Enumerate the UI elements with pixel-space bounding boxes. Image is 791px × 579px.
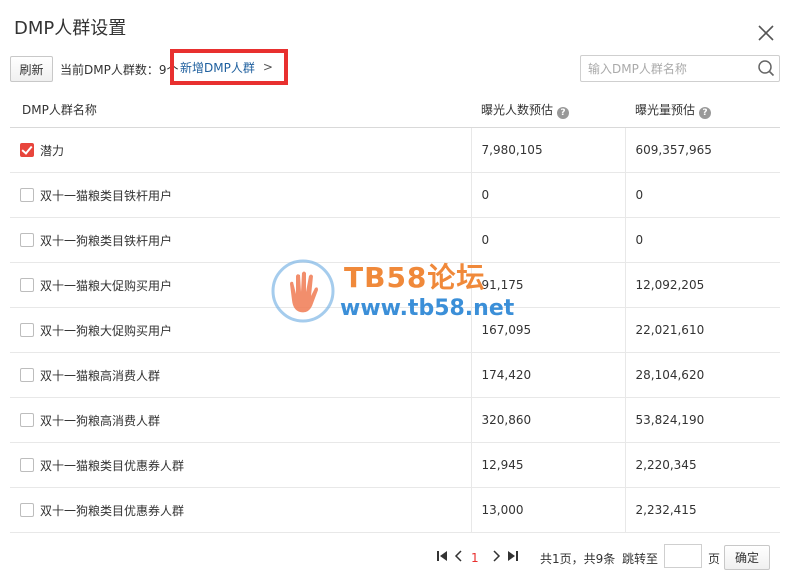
cell-group-name: 潜力: [10, 127, 471, 173]
cell-group-name: 双十一狗粮高消费人群: [10, 397, 471, 443]
cell-group-name: 双十一狗粮大促购买用户: [10, 307, 471, 353]
table-row: 双十一猫粮类目铁杆用户 0 0: [10, 172, 780, 218]
group-name: 双十一猫粮大促购买用户: [40, 278, 173, 293]
chevron-right-icon[interactable]: >: [263, 60, 273, 74]
dialog-title: DMP人群设置: [14, 18, 127, 39]
cell-exposure-people: 167,095: [470, 307, 625, 353]
jump-label: 跳转至: [622, 552, 659, 566]
page-summary: 共1页，共9条: [540, 552, 616, 566]
group-name: 潜力: [40, 143, 65, 158]
group-name: 双十一猫粮类目优惠券人群: [40, 458, 185, 473]
cell-exposure-people: 174,420: [470, 352, 625, 398]
cell-exposure-people: 91,175: [470, 262, 625, 308]
help-icon[interactable]: ?: [557, 106, 570, 119]
cell-exposure-people: 0: [470, 217, 625, 263]
page-jump-input[interactable]: [664, 544, 702, 568]
close-icon[interactable]: [756, 23, 776, 43]
cell-exposure-volume: 2,232,415: [624, 487, 780, 533]
table-header-row: DMP人群名称 曝光人数预估? 曝光量预估?: [10, 92, 780, 128]
next-page-icon[interactable]: [490, 550, 502, 562]
cell-exposure-volume: 22,021,610: [624, 307, 780, 353]
header-name: DMP人群名称: [10, 92, 471, 128]
row-checkbox[interactable]: [20, 233, 34, 247]
first-page-icon[interactable]: [436, 550, 448, 562]
cell-exposure-volume: 2,220,345: [624, 442, 780, 488]
confirm-button[interactable]: 确定: [724, 545, 770, 570]
table-row: 双十一狗粮高消费人群 320,860 53,824,190: [10, 397, 780, 443]
header-exposure-volume: 曝光量预估?: [625, 92, 780, 128]
refresh-button[interactable]: 刷新: [10, 56, 53, 82]
cell-group-name: 双十一猫粮大促购买用户: [10, 262, 471, 308]
cell-group-name: 双十一猫粮类目优惠券人群: [10, 442, 471, 488]
group-name: 双十一狗粮高消费人群: [40, 413, 161, 428]
prev-page-icon[interactable]: [453, 550, 465, 562]
row-checkbox[interactable]: [20, 278, 34, 292]
table-row: 双十一狗粮类目优惠券人群 13,000 2,232,415: [10, 487, 780, 533]
current-page[interactable]: 1: [471, 551, 479, 565]
group-name: 双十一狗粮类目优惠券人群: [40, 503, 185, 518]
pagination: 1 共1页，共9条 跳转至 页 确定: [434, 544, 780, 570]
cell-exposure-volume: 28,104,620: [624, 352, 780, 398]
group-count-text: 当前DMP人群数：9个: [60, 63, 179, 77]
row-checkbox[interactable]: [20, 413, 34, 427]
row-checkbox[interactable]: [20, 188, 34, 202]
cell-exposure-volume: 12,092,205: [624, 262, 780, 308]
search-icon[interactable]: [757, 59, 775, 77]
row-checkbox[interactable]: [20, 368, 34, 382]
cell-exposure-volume: 609,357,965: [624, 127, 780, 173]
search-box: [580, 55, 780, 82]
table-body: 潜力 7,980,105 609,357,965 双十一猫粮类目铁杆用户 0 0 双十一狗粮…: [10, 127, 780, 533]
add-group-highlight: 新增DMP人群 >: [170, 49, 288, 85]
table-row: 双十一猫粮类目优惠券人群 12,945 2,220,345: [10, 442, 780, 488]
page-unit: 页: [708, 552, 721, 566]
row-checkbox[interactable]: [20, 143, 34, 157]
table-row: 双十一猫粮大促购买用户 91,175 12,092,205: [10, 262, 780, 308]
group-name: 双十一猫粮类目铁杆用户: [40, 188, 173, 203]
cell-exposure-people: 13,000: [470, 487, 625, 533]
cell-group-name: 双十一猫粮高消费人群: [10, 352, 471, 398]
dmp-group-table: DMP人群名称 曝光人数预估? 曝光量预估? 潜力 7,980,105 609,35…: [10, 92, 780, 533]
header-exposure-people: 曝光人数预估?: [471, 92, 625, 128]
table-row: 双十一狗粮类目铁杆用户 0 0: [10, 217, 780, 263]
add-dmp-group-link[interactable]: 新增DMP人群: [180, 59, 255, 76]
row-checkbox[interactable]: [20, 503, 34, 517]
toolbar: 刷新 当前DMP人群数：9个 新增DMP人群 >: [10, 49, 780, 85]
cell-exposure-people: 320,860: [470, 397, 625, 443]
cell-exposure-people: 0: [470, 172, 625, 218]
row-checkbox[interactable]: [20, 458, 34, 472]
cell-group-name: 双十一猫粮类目铁杆用户: [10, 172, 471, 218]
cell-exposure-volume: 0: [624, 172, 780, 218]
cell-exposure-volume: 53,824,190: [624, 397, 780, 443]
group-name: 双十一狗粮类目铁杆用户: [40, 233, 173, 248]
cell-exposure-people: 12,945: [470, 442, 625, 488]
cell-exposure-people: 7,980,105: [470, 127, 625, 173]
cell-group-name: 双十一狗粮类目铁杆用户: [10, 217, 471, 263]
table-row: 潜力 7,980,105 609,357,965: [10, 127, 780, 173]
search-input[interactable]: [586, 59, 750, 79]
group-name: 双十一猫粮高消费人群: [40, 368, 161, 383]
cell-exposure-volume: 0: [624, 217, 780, 263]
table-row: 双十一猫粮高消费人群 174,420 28,104,620: [10, 352, 780, 398]
help-icon[interactable]: ?: [699, 106, 712, 119]
group-name: 双十一狗粮大促购买用户: [40, 323, 173, 338]
cell-group-name: 双十一狗粮类目优惠券人群: [10, 487, 471, 533]
row-checkbox[interactable]: [20, 323, 34, 337]
table-row: 双十一狗粮大促购买用户 167,095 22,021,610: [10, 307, 780, 353]
last-page-icon[interactable]: [507, 550, 519, 562]
